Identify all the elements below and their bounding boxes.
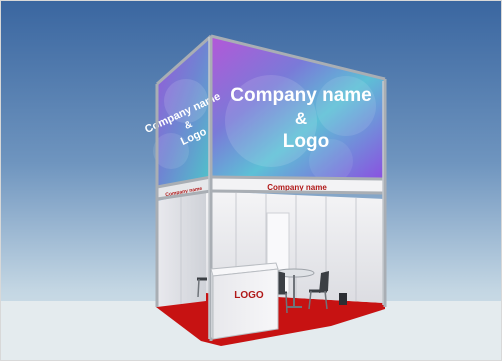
booth-scene: Company name & Logo Company name & Logo … <box>1 1 501 360</box>
chair-left-leg <box>285 292 288 314</box>
banner-front-line3: Logo <box>283 131 329 152</box>
counter-logo-text: LOGO <box>234 290 264 301</box>
banner-front-line1: Company name <box>230 85 371 106</box>
counter-front <box>212 268 279 340</box>
waste-bin <box>339 293 347 305</box>
reception-counter: LOGO <box>210 262 279 340</box>
chair-side-leg <box>197 278 200 298</box>
banner-front-line2: & <box>295 109 307 128</box>
exhibition-booth-render: Company name & Logo Company name & Logo … <box>0 0 502 361</box>
